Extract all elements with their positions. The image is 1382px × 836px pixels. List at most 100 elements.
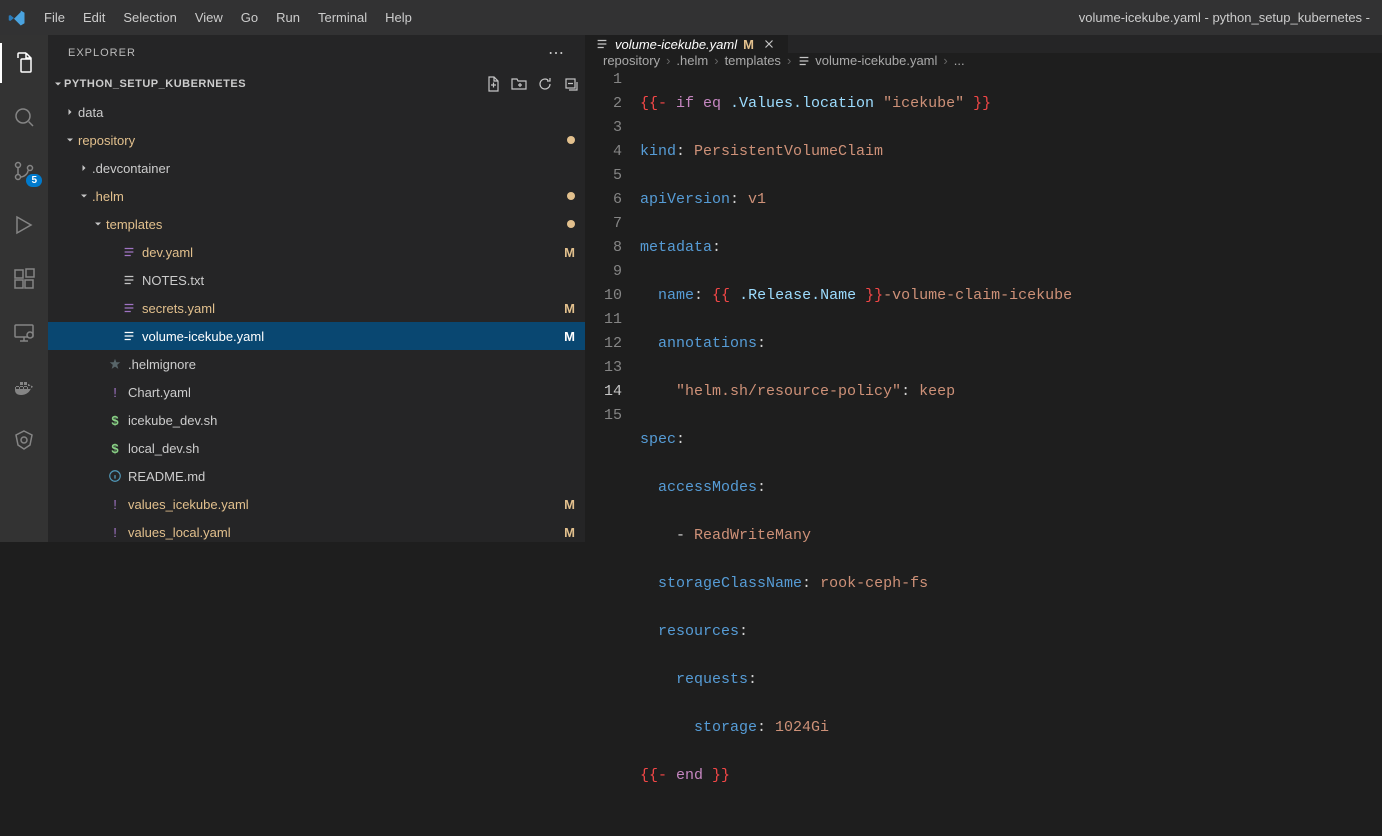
modified-dot-icon xyxy=(567,220,575,228)
tree-file-values-icekube-yaml[interactable]: ! values_icekube.yaml M xyxy=(48,490,585,518)
new-folder-icon[interactable] xyxy=(511,76,527,92)
tree-label: data xyxy=(78,105,575,120)
ignore-file-icon xyxy=(106,357,124,371)
refresh-icon[interactable] xyxy=(537,76,553,92)
docker-icon[interactable] xyxy=(0,367,48,407)
breadcrumb-helm[interactable]: .helm xyxy=(676,53,708,68)
tree-label: README.md xyxy=(128,469,575,484)
new-file-icon[interactable] xyxy=(485,76,501,92)
menu-edit[interactable]: Edit xyxy=(75,6,113,29)
menu-help[interactable]: Help xyxy=(377,6,420,29)
more-icon[interactable]: ⋯ xyxy=(548,43,565,63)
git-status: M xyxy=(564,245,575,260)
tree-folder-repository[interactable]: repository xyxy=(48,126,585,154)
tree-file-chart-yaml[interactable]: ! Chart.yaml xyxy=(48,378,585,406)
chevron-down-icon xyxy=(76,190,92,202)
tree-folder-data[interactable]: data xyxy=(48,98,585,126)
line-numbers: 1 2 3 4 5 6 7 8 9 10 11 12 13 14 15 xyxy=(585,68,640,836)
git-status: M xyxy=(564,525,575,540)
explorer-title: EXPLORER xyxy=(68,47,136,59)
kubernetes-icon[interactable] xyxy=(0,421,48,461)
tree-file-volume-icekube-yaml[interactable]: volume-icekube.yaml M xyxy=(48,322,585,350)
section-actions xyxy=(485,76,579,92)
activity-bar: 5 xyxy=(0,35,48,542)
scm-badge: 5 xyxy=(26,174,42,187)
collapse-all-icon[interactable] xyxy=(563,76,579,92)
chevron-down-icon xyxy=(90,218,106,230)
menu-terminal[interactable]: Terminal xyxy=(310,6,375,29)
section-title: PYTHON_SETUP_KUBERNETES xyxy=(64,78,246,90)
breadcrumb-file[interactable]: volume-icekube.yaml xyxy=(797,53,937,68)
chevron-right-icon: › xyxy=(666,53,670,68)
tree-label: Chart.yaml xyxy=(128,385,575,400)
extensions-icon[interactable] xyxy=(0,259,48,299)
tree-folder-templates[interactable]: templates xyxy=(48,210,585,238)
menu-run[interactable]: Run xyxy=(268,6,308,29)
menu-selection[interactable]: Selection xyxy=(115,6,184,29)
sidebar-header: EXPLORER ⋯ xyxy=(48,35,585,70)
code-editor[interactable]: 1 2 3 4 5 6 7 8 9 10 11 12 13 14 15 {{- … xyxy=(585,68,1382,836)
search-icon[interactable] xyxy=(0,97,48,137)
text-file-icon xyxy=(120,273,138,287)
yaml-file-icon xyxy=(120,301,138,315)
tree-label: values_local.yaml xyxy=(128,525,558,540)
yaml-file-icon: ! xyxy=(106,525,124,540)
source-control-icon[interactable]: 5 xyxy=(0,151,48,191)
yaml-file-icon xyxy=(120,245,138,259)
editor-area: volume-icekube.yaml M repository › .helm… xyxy=(585,35,1382,542)
info-file-icon xyxy=(106,469,124,483)
yaml-file-icon xyxy=(120,329,138,343)
code-content[interactable]: {{- if eq .Values.location "icekube" }} … xyxy=(640,68,1382,836)
chevron-right-icon: › xyxy=(787,53,791,68)
tree-file-secrets-yaml[interactable]: secrets.yaml M xyxy=(48,294,585,322)
git-status: M xyxy=(564,301,575,316)
tree-label: .helmignore xyxy=(128,357,575,372)
vscode-logo-icon xyxy=(8,9,26,27)
tree-file-notes-txt[interactable]: NOTES.txt xyxy=(48,266,585,294)
tree-label: templates xyxy=(106,217,561,232)
tree-file-readme-md[interactable]: README.md xyxy=(48,462,585,490)
breadcrumb-templates[interactable]: templates xyxy=(725,53,781,68)
shell-file-icon: $ xyxy=(106,441,124,456)
close-icon[interactable] xyxy=(760,35,778,53)
menu-file[interactable]: File xyxy=(36,6,73,29)
yaml-file-icon xyxy=(595,37,609,51)
tree-label: NOTES.txt xyxy=(142,273,575,288)
menu-go[interactable]: Go xyxy=(233,6,266,29)
tree-file-dev-yaml[interactable]: dev.yaml M xyxy=(48,238,585,266)
tree-label: icekube_dev.sh xyxy=(128,413,575,428)
remote-explorer-icon[interactable] xyxy=(0,313,48,353)
shell-file-icon: $ xyxy=(106,413,124,428)
modified-dot-icon xyxy=(567,192,575,200)
tree-label: dev.yaml xyxy=(142,245,558,260)
chevron-right-icon xyxy=(76,162,92,174)
run-debug-icon[interactable] xyxy=(0,205,48,245)
git-status: M xyxy=(564,497,575,512)
window-title: volume-icekube.yaml - python_setup_kuber… xyxy=(420,10,1374,25)
breadcrumbs[interactable]: repository › .helm › templates › volume-… xyxy=(585,53,1382,68)
git-status: M xyxy=(564,329,575,344)
tree-file-icekube-dev-sh[interactable]: $ icekube_dev.sh xyxy=(48,406,585,434)
chevron-right-icon xyxy=(62,106,78,118)
yaml-file-icon: ! xyxy=(106,385,124,400)
breadcrumb-more[interactable]: ... xyxy=(954,53,965,68)
tree-label: local_dev.sh xyxy=(128,441,575,456)
tab-volume-icekube[interactable]: volume-icekube.yaml M xyxy=(585,35,789,53)
tree-label: .devcontainer xyxy=(92,161,575,176)
tree-file-helmignore[interactable]: .helmignore xyxy=(48,350,585,378)
sidebar: EXPLORER ⋯ PYTHON_SETUP_KUBERNETES data xyxy=(48,35,585,542)
explorer-icon[interactable] xyxy=(0,43,48,83)
tree-folder-devcontainer[interactable]: .devcontainer xyxy=(48,154,585,182)
tree-file-local-dev-sh[interactable]: $ local_dev.sh xyxy=(48,434,585,462)
tree-file-values-local-yaml[interactable]: ! values_local.yaml M xyxy=(48,518,585,542)
chevron-down-icon xyxy=(52,78,64,90)
menu-view[interactable]: View xyxy=(187,6,231,29)
title-bar: File Edit Selection View Go Run Terminal… xyxy=(0,0,1382,35)
chevron-right-icon: › xyxy=(714,53,718,68)
section-header[interactable]: PYTHON_SETUP_KUBERNETES xyxy=(48,70,585,98)
yaml-file-icon: ! xyxy=(106,497,124,512)
breadcrumb-repository[interactable]: repository xyxy=(603,53,660,68)
tree-folder-helm[interactable]: .helm xyxy=(48,182,585,210)
tab-label: volume-icekube.yaml xyxy=(615,37,737,52)
tabs-bar: volume-icekube.yaml M xyxy=(585,35,1382,53)
